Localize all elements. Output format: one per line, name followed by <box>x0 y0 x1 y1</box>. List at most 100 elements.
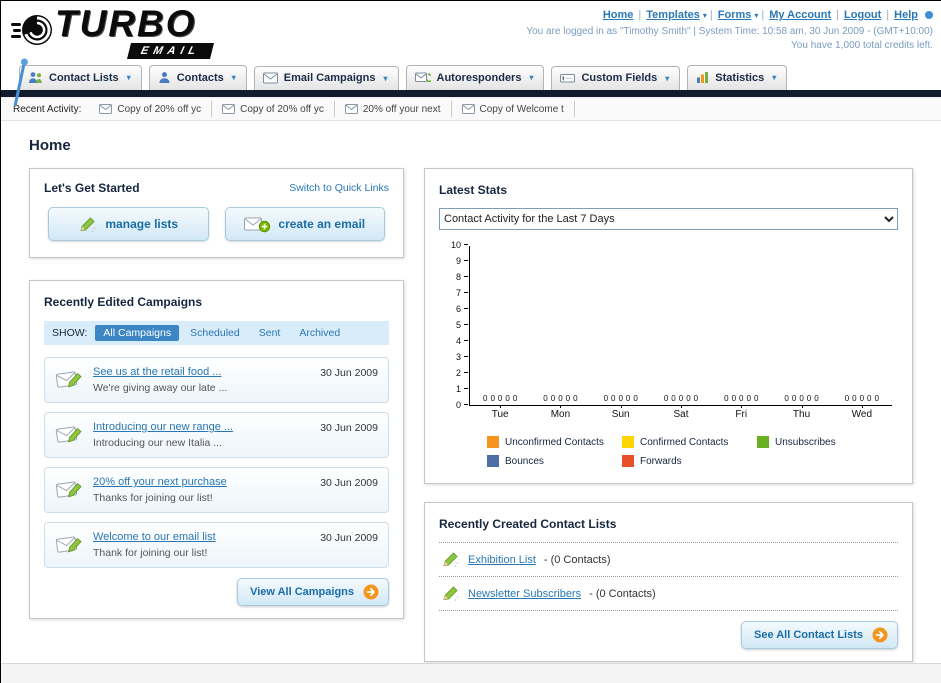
bar-value-label: 0 <box>512 394 518 403</box>
campaign-row: Introducing our new range ... Introducing… <box>44 412 389 458</box>
y-axis-tick-label: 1 <box>455 384 469 394</box>
stats-activity-select[interactable]: Contact Activity for the Last 7 Days <box>439 208 898 230</box>
y-axis-tick-label: 7 <box>455 288 469 298</box>
bar-value-label: 0 <box>573 394 578 403</box>
campaign-subtitle: We're giving away our late ... <box>93 382 228 394</box>
pencil-icon <box>441 551 460 568</box>
manage-lists-button[interactable]: manage lists <box>48 207 209 241</box>
contact-lists-icon <box>28 71 43 84</box>
top-link-home[interactable]: Home <box>603 9 634 21</box>
view-all-campaigns-button[interactable]: View All Campaigns <box>237 578 389 606</box>
campaign-title-link[interactable]: 20% off your next purchase <box>93 476 227 488</box>
top-link-logout[interactable]: Logout <box>844 9 881 21</box>
bar-value-label: 0 <box>799 394 804 403</box>
bar-value-label: 0 <box>603 394 609 403</box>
campaign-tab-archived[interactable]: Archived <box>291 325 348 341</box>
app-logo[interactable]: TURBO EMAIL <box>11 3 291 107</box>
x-axis-tick-label: Mon <box>530 405 590 420</box>
pencil-icon <box>441 585 460 602</box>
x-axis-tick-label: Wed <box>832 405 892 420</box>
pencil-icon <box>78 216 97 233</box>
bar-value-label: 0 <box>739 394 744 403</box>
bar-value-label: 0 <box>686 394 691 403</box>
top-link-help[interactable]: Help <box>894 9 918 21</box>
legend-swatch <box>487 436 499 448</box>
nav-tab-label: Custom Fields <box>581 72 658 84</box>
nav-tab-statistics[interactable]: Statistics ▾ <box>687 65 788 90</box>
campaign-date: 30 Jun 2009 <box>320 532 378 544</box>
campaign-row: Welcome to our email list Thank for joini… <box>44 522 389 568</box>
recent-activity-item[interactable]: Copy of 20% off yc <box>212 101 335 117</box>
recent-campaigns-title: Recently Edited Campaigns <box>44 295 203 309</box>
campaign-subtitle: Thank for joining our list! <box>93 547 208 559</box>
bar-value-label: 0 <box>505 394 510 403</box>
campaign-text: 20% off your next purchase Thanks for joi… <box>93 476 227 504</box>
campaign-tab-all-campaigns[interactable]: All Campaigns <box>95 325 180 341</box>
campaign-row: 20% off your next purchase Thanks for joi… <box>44 467 389 513</box>
contact-list-link[interactable]: Exhibition List <box>468 554 536 566</box>
envelope-pencil-icon <box>55 476 85 501</box>
recent-activity-item[interactable]: 20% off your next <box>335 101 452 117</box>
campaign-title-link[interactable]: See us at the retail food ... <box>93 366 227 378</box>
recent-activity-item[interactable]: Copy of Welcome t <box>452 101 575 117</box>
chevron-down-icon: ▾ <box>383 73 388 83</box>
chevron-down-icon: ▾ <box>665 73 670 83</box>
main-content: Home Let's Get Started Switch to Quick L… <box>1 121 941 662</box>
recent-activity-item[interactable]: Copy of 20% off yc <box>89 101 213 117</box>
x-axis-tick-label: Tue <box>470 405 530 420</box>
x-axis-tick-label: Fri <box>711 405 771 420</box>
recent-activity-bar: Recent Activity: Copy of 20% off yc Copy … <box>1 97 941 121</box>
view-all-campaigns-label: View All Campaigns <box>250 586 354 598</box>
main-nav: Contact Lists ▾ Contacts ▾ Email Campaigns ▾ A… <box>1 61 941 90</box>
recent-activity-items: Copy of 20% off yc Copy of 20% off yc 20% … <box>89 101 575 117</box>
contact-list-link[interactable]: Newsletter Subscribers <box>468 588 581 600</box>
statistics-icon <box>696 71 709 84</box>
latest-stats-title: Latest Stats <box>439 183 508 197</box>
campaign-title-link[interactable]: Welcome to our email list <box>93 531 216 543</box>
link-separator: | <box>836 9 840 21</box>
campaign-tab-sent[interactable]: Sent <box>251 325 289 341</box>
bar-value-label: 0 <box>814 394 819 403</box>
link-separator: | <box>638 9 642 21</box>
legend-swatch <box>622 455 634 467</box>
nav-tab-email-campaigns[interactable]: Email Campaigns ▾ <box>253 66 399 90</box>
bar-value-label: 0 <box>844 394 850 403</box>
legend-item-unsubscribes: Unsubscribes <box>757 436 888 448</box>
nav-tab-label: Statistics <box>715 71 765 84</box>
y-axis-tick-label: 5 <box>455 320 469 330</box>
see-all-contact-lists-button[interactable]: See All Contact Lists <box>740 621 898 649</box>
nav-tab-autoresponders[interactable]: Autoresponders ▾ <box>405 65 545 90</box>
custom-fields-icon <box>560 72 576 84</box>
nav-tab-contacts[interactable]: Contacts ▾ <box>148 65 247 90</box>
bar-value-label: 0 <box>663 394 669 403</box>
contact-list-row: Exhibition List - (0 Contacts) <box>439 543 898 577</box>
recent-activity-item-label: Copy of 20% off yc <box>117 103 202 115</box>
login-info: You are logged in as "Timothy Smith" | S… <box>526 26 933 37</box>
nav-tab-contact-lists[interactable]: Contact Lists ▾ <box>19 65 142 90</box>
link-separator: | <box>886 9 890 21</box>
bar-value-label: 0 <box>625 394 631 403</box>
nav-tab-custom-fields[interactable]: Custom Fields ▾ <box>551 66 681 90</box>
contact-list-row: Newsletter Subscribers - (0 Contacts) <box>439 577 898 611</box>
legend-item-confirmed-contacts: Confirmed Contacts <box>622 436 753 448</box>
campaign-text: Welcome to our email list Thank for joini… <box>93 531 216 559</box>
chart-bar-group: 00000 <box>771 395 831 405</box>
bar-value-label: 0 <box>550 394 556 403</box>
bar-value-label: 0 <box>859 394 865 403</box>
nav-tab-label: Email Campaigns <box>283 72 376 84</box>
top-link-forms[interactable]: Forms <box>718 9 752 21</box>
campaign-title-link[interactable]: Introducing our new range ... <box>93 421 233 433</box>
campaign-text: See us at the retail food ... We're givin… <box>93 366 227 394</box>
legend-label: Bounces <box>505 455 544 467</box>
top-link-templates[interactable]: Templates <box>646 9 700 21</box>
x-axis-tick-label: Sun <box>591 405 651 420</box>
orange-arrow-icon <box>363 584 379 600</box>
top-links-nav: Home | Templates ▾ | Forms ▾ | My Account | Logout… <box>526 9 933 21</box>
bar-value-label: 0 <box>874 394 879 403</box>
top-link-my-account[interactable]: My Account <box>769 9 831 21</box>
create-an-email-button[interactable]: create an email <box>224 207 385 241</box>
campaign-tab-scheduled[interactable]: Scheduled <box>182 325 248 341</box>
nav-tab-label: Autoresponders <box>436 71 522 84</box>
page-footer <box>1 663 941 683</box>
switch-quick-links-link[interactable]: Switch to Quick Links <box>289 182 389 194</box>
